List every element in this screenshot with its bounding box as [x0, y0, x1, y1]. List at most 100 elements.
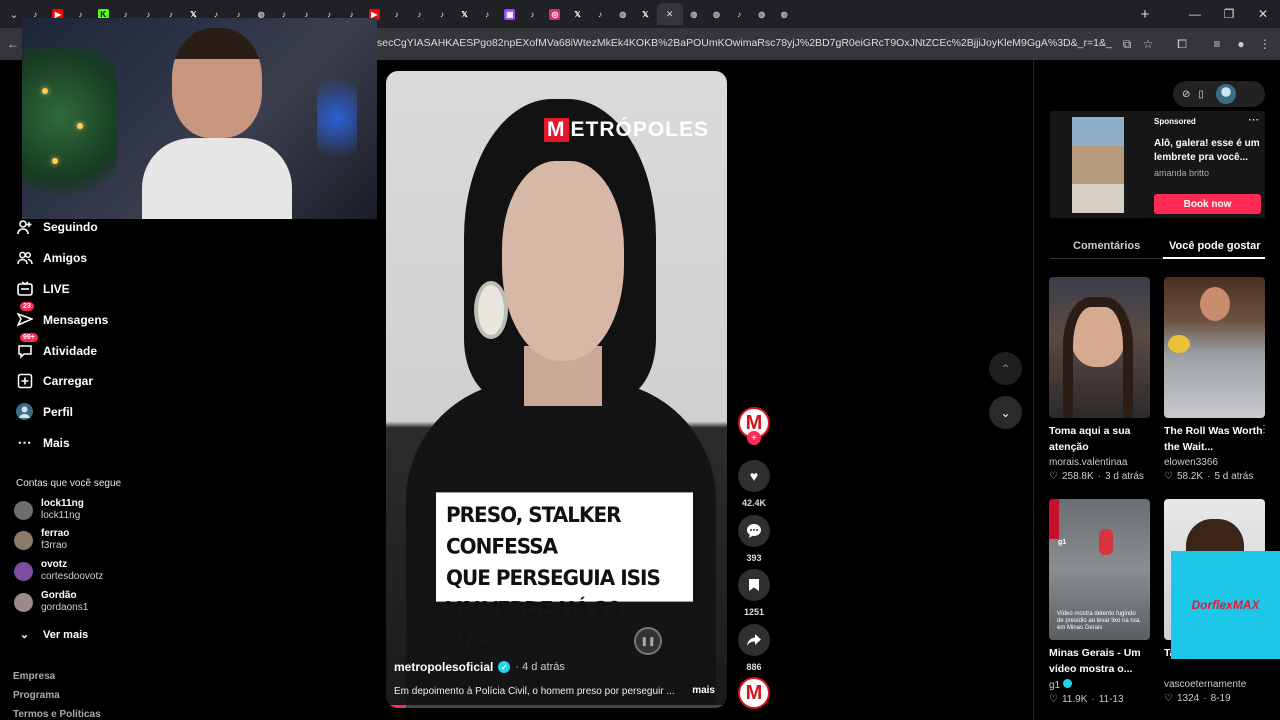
more-button[interactable]: mais — [692, 685, 715, 696]
thumb-fruit — [1168, 335, 1190, 353]
card-author: morais.valentinaa — [1049, 457, 1128, 468]
browser-tab[interactable]: ♪ — [476, 3, 499, 25]
minimize-icon[interactable]: — — [1178, 0, 1212, 28]
browser-tab[interactable]: 𝕏 — [453, 3, 476, 25]
browser-tab[interactable]: ♪ — [728, 3, 751, 25]
message-icon: 23 — [16, 302, 34, 328]
extensions-icon[interactable]: ⧠ — [1173, 35, 1191, 53]
separator: · — [1203, 693, 1207, 704]
globe-icon: ◍ — [758, 9, 766, 19]
close-window-icon[interactable]: ✕ — [1246, 0, 1280, 28]
previous-video-button[interactable]: ⌃ — [989, 352, 1022, 385]
browser-tab[interactable]: ◍ — [773, 3, 796, 25]
video-headline: PRESO, STALKER CONFESSA QUE PERSEGUIA IS… — [436, 492, 693, 653]
tab-voce-pode-gostar[interactable]: Você pode gostar — [1169, 240, 1260, 252]
browser-tab[interactable]: ♪ — [431, 3, 454, 25]
share-icon — [738, 624, 770, 656]
sidebar-item-mais[interactable]: ⋯ Mais — [16, 434, 70, 451]
tree-light — [42, 88, 48, 94]
compass-icon[interactable]: ⊘ — [1182, 89, 1190, 100]
tab-comentarios[interactable]: Comentários — [1073, 240, 1140, 252]
tab-search-icon[interactable]: ⌄ — [4, 4, 24, 24]
browser-tab[interactable]: ◍ — [611, 3, 634, 25]
following-account[interactable]: lock11ng lock11ng — [14, 498, 84, 522]
video-progress-bar[interactable] — [386, 705, 727, 708]
card-more-icon[interactable]: ⋮ — [1259, 424, 1269, 435]
browser-tab[interactable]: ◎ — [544, 3, 567, 25]
video-thumbnail: g1 Vídeo mostra detento fugindo de presí… — [1049, 499, 1150, 640]
recommended-video[interactable]: g1 Vídeo mostra detento fugindo de presí… — [1049, 499, 1150, 705]
save-button[interactable]: 1251 — [738, 569, 770, 617]
back-icon[interactable]: ← — [4, 35, 22, 53]
avatar — [14, 500, 33, 520]
sidebar-item-atividade[interactable]: 99+ Atividade — [16, 333, 97, 359]
install-icon[interactable]: ⧉ — [1118, 35, 1136, 53]
browser-tab[interactable]: 𝕏 — [566, 3, 589, 25]
video-thumbnail — [1049, 277, 1150, 418]
browser-tab[interactable]: ◍ — [705, 3, 728, 25]
sponsored-ad[interactable]: Sponsored ⋯ Alô, galera! esse é um lembr… — [1050, 111, 1265, 218]
sidebar-item-mensagens[interactable]: 23 Mensagens — [16, 302, 108, 328]
phone-icon[interactable]: ▯ — [1198, 89, 1204, 100]
live-icon — [16, 280, 33, 297]
browser-tab[interactable]: ♪ — [521, 3, 544, 25]
sidebar-item-perfil[interactable]: Perfil — [16, 403, 73, 420]
browser-tab[interactable]: ♪ — [408, 3, 431, 25]
bookmark-star-icon[interactable]: ☆ — [1139, 35, 1157, 53]
browser-tab[interactable]: 𝕏 — [634, 3, 657, 25]
card-likes: 258.8K — [1061, 471, 1094, 482]
ad-more-icon[interactable]: ⋯ — [1248, 113, 1259, 126]
tiktok-icon: ♪ — [394, 9, 399, 19]
browser-tab[interactable]: ♪ — [386, 3, 409, 25]
profile-icon[interactable]: ● — [1232, 35, 1250, 53]
browser-tab[interactable]: ▣ — [498, 3, 521, 25]
url-field[interactable]: secCgYIASAHKAESPgo82npEXofMVa68iWtezMkEk… — [377, 37, 1112, 49]
new-tab-button[interactable]: + — [1136, 4, 1154, 24]
following-account[interactable]: ovotz cortesdoovotz — [14, 559, 103, 583]
share-button[interactable]: 886 — [738, 624, 770, 672]
user-avatar[interactable] — [1215, 84, 1236, 104]
video-player[interactable]: M ETRÓPOLES PRESO, STALKER CONFESSA QUE P… — [386, 71, 727, 708]
post-time: · 4 d atrás — [515, 661, 565, 673]
comment-button[interactable]: 393 — [738, 515, 770, 563]
music-disc-icon: M — [738, 677, 770, 709]
follow-plus-icon[interactable]: + — [747, 431, 761, 445]
reading-list-icon[interactable]: ≡ — [1208, 35, 1226, 53]
recommended-video[interactable]: Toma aqui a sua atenção morais.valentina… — [1049, 277, 1150, 482]
close-tab-icon[interactable]: ✕ — [666, 9, 674, 20]
sidebar-item-seguindo[interactable]: Seguindo — [16, 218, 98, 235]
card-title: The Roll Was Worth the Wait... — [1164, 425, 1263, 453]
browser-tab[interactable]: ◍ — [750, 3, 773, 25]
video-author[interactable]: metropolesoficial ✓ · 4 d atrás — [394, 660, 565, 674]
video-thumbnail — [1164, 277, 1265, 418]
instagram-icon: ◎ — [549, 8, 561, 20]
see-more-button[interactable]: ⌄ Ver mais — [16, 626, 88, 643]
footer-link-empresa[interactable]: Empresa — [13, 671, 55, 682]
like-button[interactable]: ♥ 42.4K — [738, 460, 770, 508]
next-video-button[interactable]: ⌄ — [989, 396, 1022, 429]
browser-menu-icon[interactable]: ⋮ — [1256, 35, 1274, 53]
browser-tab[interactable]: ♪ — [589, 3, 612, 25]
footer-link-programa[interactable]: Programa — [13, 690, 60, 701]
sidebar-item-amigos[interactable]: Amigos — [16, 249, 87, 266]
following-account[interactable]: ferrao f3rrao — [14, 528, 69, 552]
sidebar-item-carregar[interactable]: Carregar — [16, 372, 93, 389]
active-browser-tab[interactable]: ✕ — [656, 3, 683, 25]
pause-icon[interactable]: ❚❚ — [634, 627, 662, 655]
account-name: ferrao — [41, 528, 70, 539]
tiktok-icon: ♪ — [439, 9, 444, 19]
following-account[interactable]: Gordão gordaons1 — [14, 590, 88, 614]
footer-link-termos[interactable]: Termos e Políticas — [13, 709, 101, 720]
maximize-icon[interactable]: ❐ — [1212, 0, 1246, 28]
x-icon: 𝕏 — [461, 9, 468, 19]
recommended-video[interactable]: The Roll Was Worth the Wait... ⋮ elowen3… — [1164, 277, 1269, 482]
sidebar-item-label: Mais — [43, 435, 70, 450]
browser-tab[interactable]: ◍ — [683, 3, 706, 25]
sidebar-item-label: Perfil — [43, 404, 74, 419]
friends-icon — [16, 249, 33, 266]
creator-avatar-button[interactable]: M + — [738, 407, 770, 445]
card-stats: ♡ 1324 · 8-19 — [1164, 693, 1265, 704]
book-now-button[interactable]: Book now — [1154, 194, 1261, 214]
sidebar-item-live[interactable]: LIVE — [16, 280, 70, 297]
sound-author-avatar[interactable]: M — [738, 677, 770, 709]
